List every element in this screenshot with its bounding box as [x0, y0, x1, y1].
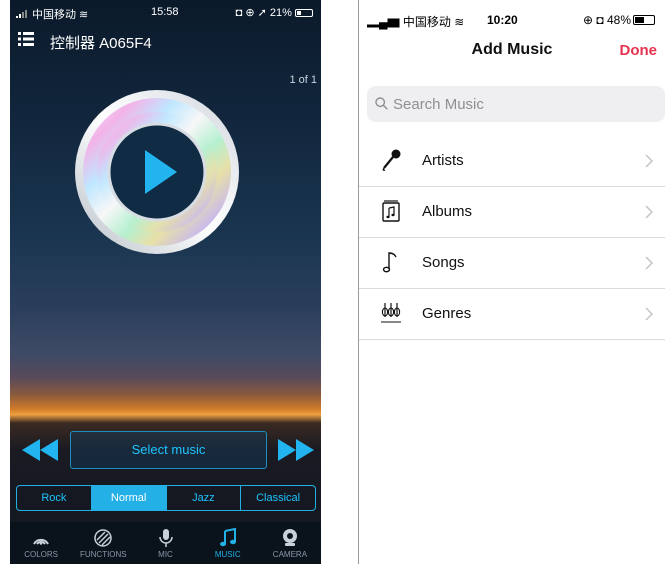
list-item-artists[interactable]: Artists	[359, 136, 665, 187]
tab-camera[interactable]: CAMERA	[259, 522, 321, 564]
genre-selector: Rock Normal Jazz Classical	[16, 485, 316, 511]
tab-label: COLORS	[24, 550, 58, 559]
status-time: 15:58	[151, 6, 179, 18]
search-bar	[367, 86, 665, 122]
tab-music[interactable]: MUSIC	[197, 522, 259, 564]
device-title: 控制器 A065F4	[50, 35, 152, 52]
status-right: ⊕ ◘ 48%	[583, 13, 656, 27]
status-time: 10:20	[487, 13, 518, 27]
bottom-tab-bar: COLORS FUNCTIONS MIC MUSIC CAMERA	[10, 522, 321, 564]
music-note-icon	[219, 528, 236, 547]
transport-controls: Select music	[10, 431, 321, 469]
music-category-list: Artists Albums Songs Genres	[359, 136, 665, 340]
tab-mic[interactable]: MIC	[134, 522, 196, 564]
album-icon	[382, 200, 400, 222]
signal-icon	[16, 10, 27, 18]
app-header: 控制器 A065F4	[10, 28, 321, 56]
battery-icon	[633, 15, 656, 25]
chevron-right-icon	[645, 154, 653, 168]
chevron-right-icon	[645, 307, 653, 321]
add-music-screen: ▂▄▆ 中国移动 ≋ 10:20 ⊕ ◘ 48% Add Music Done …	[358, 0, 665, 564]
status-bar: 中国移动 ≋ 15:58 ◘ ⊕ ➚ 21%	[10, 6, 321, 22]
list-item-label: Artists	[422, 152, 464, 169]
tab-label: MUSIC	[214, 550, 241, 559]
genre-normal[interactable]: Normal	[91, 486, 167, 510]
track-pager: 1 of 1	[289, 74, 317, 86]
list-item-label: Albums	[422, 203, 473, 220]
list-item-label: Genres	[422, 305, 472, 322]
tab-label: MIC	[158, 550, 173, 559]
done-button[interactable]: Done	[620, 42, 658, 59]
genre-classical[interactable]: Classical	[241, 486, 315, 510]
list-item-label: Songs	[422, 254, 465, 271]
tab-colors[interactable]: COLORS	[10, 522, 72, 564]
previous-track-icon[interactable]	[22, 439, 58, 461]
status-bar: ▂▄▆ 中国移动 ≋ 10:20 ⊕ ◘ 48%	[359, 13, 665, 29]
chevron-right-icon	[645, 205, 653, 219]
list-item-albums[interactable]: Albums	[359, 187, 665, 238]
genres-icon	[381, 303, 401, 323]
battery-percent: 21%	[269, 7, 292, 19]
list-item-songs[interactable]: Songs	[359, 238, 665, 289]
tab-functions[interactable]: FUNCTIONS	[72, 522, 134, 564]
play-disc-button[interactable]	[73, 88, 241, 256]
music-controller-screen: 中国移动 ≋ 15:58 ◘ ⊕ ➚ 21% 控制器 A065F4 1 of 1	[10, 0, 321, 564]
mic-icon	[158, 529, 173, 547]
status-right: ◘ ⊕ ➚ 21%	[236, 6, 313, 19]
search-input[interactable]	[393, 86, 653, 122]
microphone-icon	[382, 149, 401, 171]
list-item-genres[interactable]: Genres	[359, 289, 665, 340]
battery-percent: 48%	[606, 13, 632, 27]
next-track-icon[interactable]	[278, 439, 314, 461]
genre-rock[interactable]: Rock	[17, 486, 92, 510]
music-note-icon	[382, 252, 397, 273]
carrier-label: 中国移动 ≋	[16, 6, 88, 22]
colors-icon	[33, 538, 49, 545]
select-music-button[interactable]: Select music	[70, 431, 267, 469]
search-icon	[375, 97, 388, 110]
battery-icon	[295, 9, 313, 17]
camera-icon	[282, 529, 297, 546]
chevron-right-icon	[645, 256, 653, 270]
functions-icon	[94, 529, 113, 547]
tab-label: CAMERA	[272, 550, 308, 559]
tab-label: FUNCTIONS	[79, 550, 127, 559]
menu-icon[interactable]	[18, 31, 34, 47]
status-icons: ◘ ⊕ ➚	[235, 7, 270, 19]
carrier-label: ▂▄▆ 中国移动 ≋	[367, 15, 465, 29]
genre-jazz[interactable]: Jazz	[167, 486, 242, 510]
